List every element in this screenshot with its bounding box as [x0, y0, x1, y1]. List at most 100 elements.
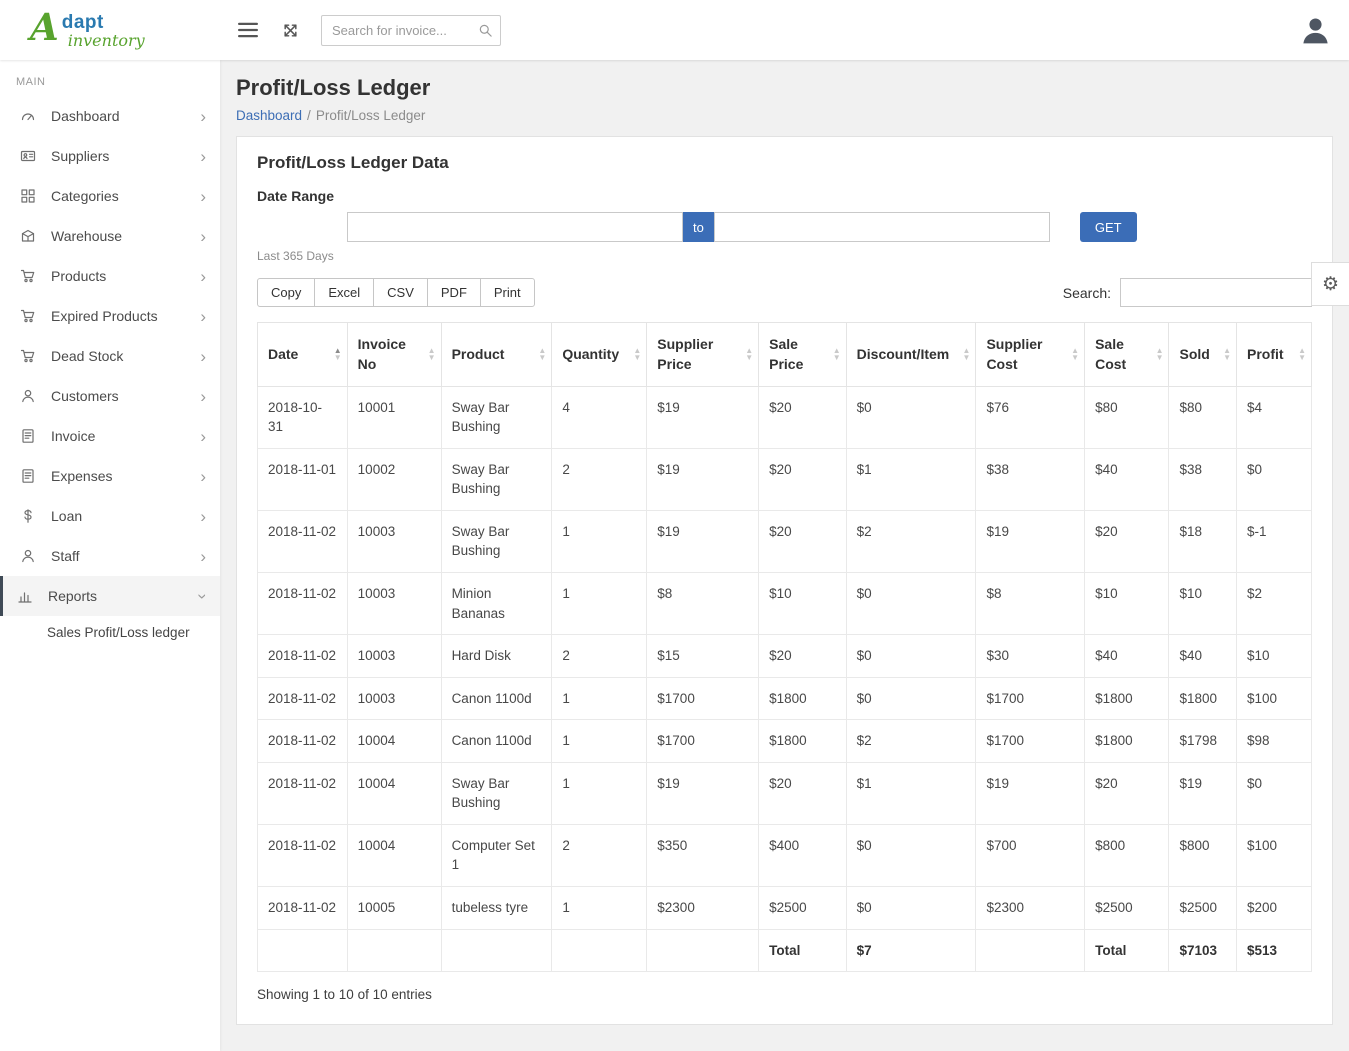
invoice-search-input[interactable]: [321, 15, 501, 46]
table-total-cell: [976, 929, 1085, 972]
sidebar-item-reports[interactable]: Reports›: [0, 576, 220, 616]
column-header-discount-item[interactable]: Discount/Item▲▼: [846, 323, 976, 387]
sidebar-item-products[interactable]: Products›: [0, 256, 220, 296]
breadcrumb: Dashboard/Profit/Loss Ledger: [236, 108, 1333, 123]
table-cell: $-1: [1237, 510, 1312, 572]
column-header-date[interactable]: Date▲▼: [258, 323, 348, 387]
sidebar-subitem-sales-profit-loss-ledger[interactable]: Sales Profit/Loss ledger: [0, 616, 220, 649]
ledger-table: Date▲▼Invoice No▲▼Product▲▼Quantity▲▼Sup…: [257, 322, 1312, 972]
table-cell: $15: [647, 635, 759, 678]
date-from-input[interactable]: [347, 212, 683, 242]
sidebar-item-expenses[interactable]: Expenses›: [0, 456, 220, 496]
table-cell: $2500: [1169, 887, 1237, 930]
pdf-button[interactable]: PDF: [427, 278, 481, 307]
table-cell: 4: [552, 386, 647, 448]
table-cell: 2018-11-02: [258, 635, 348, 678]
sidebar-item-loan[interactable]: Loan›: [0, 496, 220, 536]
column-header-quantity[interactable]: Quantity▲▼: [552, 323, 647, 387]
column-header-profit[interactable]: Profit▲▼: [1237, 323, 1312, 387]
sidebar-item-invoice[interactable]: Invoice ›: [0, 416, 220, 456]
sidebar-item-suppliers[interactable]: Suppliers›: [0, 136, 220, 176]
sidebar-item-dead-stock[interactable]: Dead Stock›: [0, 336, 220, 376]
table-cell: $200: [1237, 887, 1312, 930]
excel-button[interactable]: Excel: [314, 278, 374, 307]
table-cell: $20: [759, 635, 847, 678]
get-button[interactable]: GET: [1080, 212, 1137, 242]
table-total-cell: $513: [1237, 929, 1312, 972]
column-header-sale-cost[interactable]: Sale Cost▲▼: [1085, 323, 1169, 387]
column-header-invoice-no[interactable]: Invoice No▲▼: [347, 323, 441, 387]
page-title: Profit/Loss Ledger: [236, 75, 1333, 101]
table-cell: 10001: [347, 386, 441, 448]
sidebar-item-label: Invoice: [51, 428, 95, 444]
dashboard-icon: [20, 108, 38, 124]
table-cell: $19: [647, 386, 759, 448]
chevron-right-icon: ›: [200, 308, 206, 325]
table-cell: 2: [552, 448, 647, 510]
table-cell: 10002: [347, 448, 441, 510]
table-search-input[interactable]: [1120, 278, 1312, 307]
table-cell: $1: [846, 762, 976, 824]
csv-button[interactable]: CSV: [373, 278, 428, 307]
table-cell: 1: [552, 510, 647, 572]
table-cell: $0: [846, 572, 976, 634]
table-cell: $1798: [1169, 720, 1237, 763]
table-cell: 2018-11-02: [258, 510, 348, 572]
fullscreen-icon[interactable]: [278, 18, 303, 43]
sidebar-item-expired-products[interactable]: Expired Products›: [0, 296, 220, 336]
table-cell: $10: [1237, 635, 1312, 678]
settings-gear-icon[interactable]: ⚙: [1311, 262, 1349, 306]
table-cell: $80: [1169, 386, 1237, 448]
table-total-cell: [441, 929, 552, 972]
categories-icon: [20, 188, 38, 204]
table-cell: 2018-11-02: [258, 824, 348, 886]
table-total-cell: [552, 929, 647, 972]
column-header-sold[interactable]: Sold▲▼: [1169, 323, 1237, 387]
table-cell: $20: [759, 386, 847, 448]
chevron-right-icon: ›: [200, 428, 206, 445]
table-cell: $2: [846, 720, 976, 763]
sidebar-item-warehouse[interactable]: Warehouse›: [0, 216, 220, 256]
table-total-cell: Total: [1085, 929, 1169, 972]
search-icon[interactable]: [478, 23, 493, 43]
column-header-sale-price[interactable]: Sale Price▲▼: [759, 323, 847, 387]
user-avatar-icon[interactable]: [1300, 15, 1331, 46]
app-logo[interactable]: A dapt inventory: [0, 10, 220, 50]
sort-icon: ▲▼: [963, 347, 971, 361]
table-cell: 10003: [347, 572, 441, 634]
customers-icon: [20, 388, 38, 404]
sidebar-item-staff[interactable]: Staff›: [0, 536, 220, 576]
app-root: A dapt inventory MAIN Dashboard: [0, 0, 1349, 1051]
breadcrumb-dashboard-link[interactable]: Dashboard: [236, 108, 302, 123]
sidebar-item-categories[interactable]: Categories›: [0, 176, 220, 216]
sidebar-item-customers[interactable]: Customers›: [0, 376, 220, 416]
column-header-supplier-cost[interactable]: Supplier Cost▲▼: [976, 323, 1085, 387]
breadcrumb-current: Profit/Loss Ledger: [316, 108, 426, 123]
table-cell: $20: [1085, 762, 1169, 824]
table-cell: $1800: [1169, 677, 1237, 720]
print-button[interactable]: Print: [480, 278, 535, 307]
table-cell: $19: [976, 762, 1085, 824]
sidebar-item-label: Customers: [51, 388, 119, 404]
table-cell: $350: [647, 824, 759, 886]
column-header-product[interactable]: Product▲▼: [441, 323, 552, 387]
column-header-supplier-price[interactable]: Supplier Price▲▼: [647, 323, 759, 387]
table-cell: $19: [647, 510, 759, 572]
menu-toggle-icon[interactable]: [234, 18, 262, 42]
table-total-cell: Total: [759, 929, 847, 972]
sidebar-item-dashboard[interactable]: Dashboard›: [0, 96, 220, 136]
table-cell: $76: [976, 386, 1085, 448]
table-cell: $0: [1237, 448, 1312, 510]
sidebar-item-label: Categories: [51, 188, 119, 204]
table-cell: $0: [846, 887, 976, 930]
date-to-input[interactable]: [714, 212, 1050, 242]
table-cell: $0: [846, 386, 976, 448]
expenses-icon: [20, 468, 38, 484]
expired-products-icon: [20, 308, 38, 324]
table-cell: Sway Bar Bushing: [441, 762, 552, 824]
table-total-cell: [347, 929, 441, 972]
table-cell: $1700: [647, 677, 759, 720]
sidebar-item-label: Dead Stock: [51, 348, 123, 364]
copy-button[interactable]: Copy: [257, 278, 315, 307]
table-cell: $10: [1169, 572, 1237, 634]
